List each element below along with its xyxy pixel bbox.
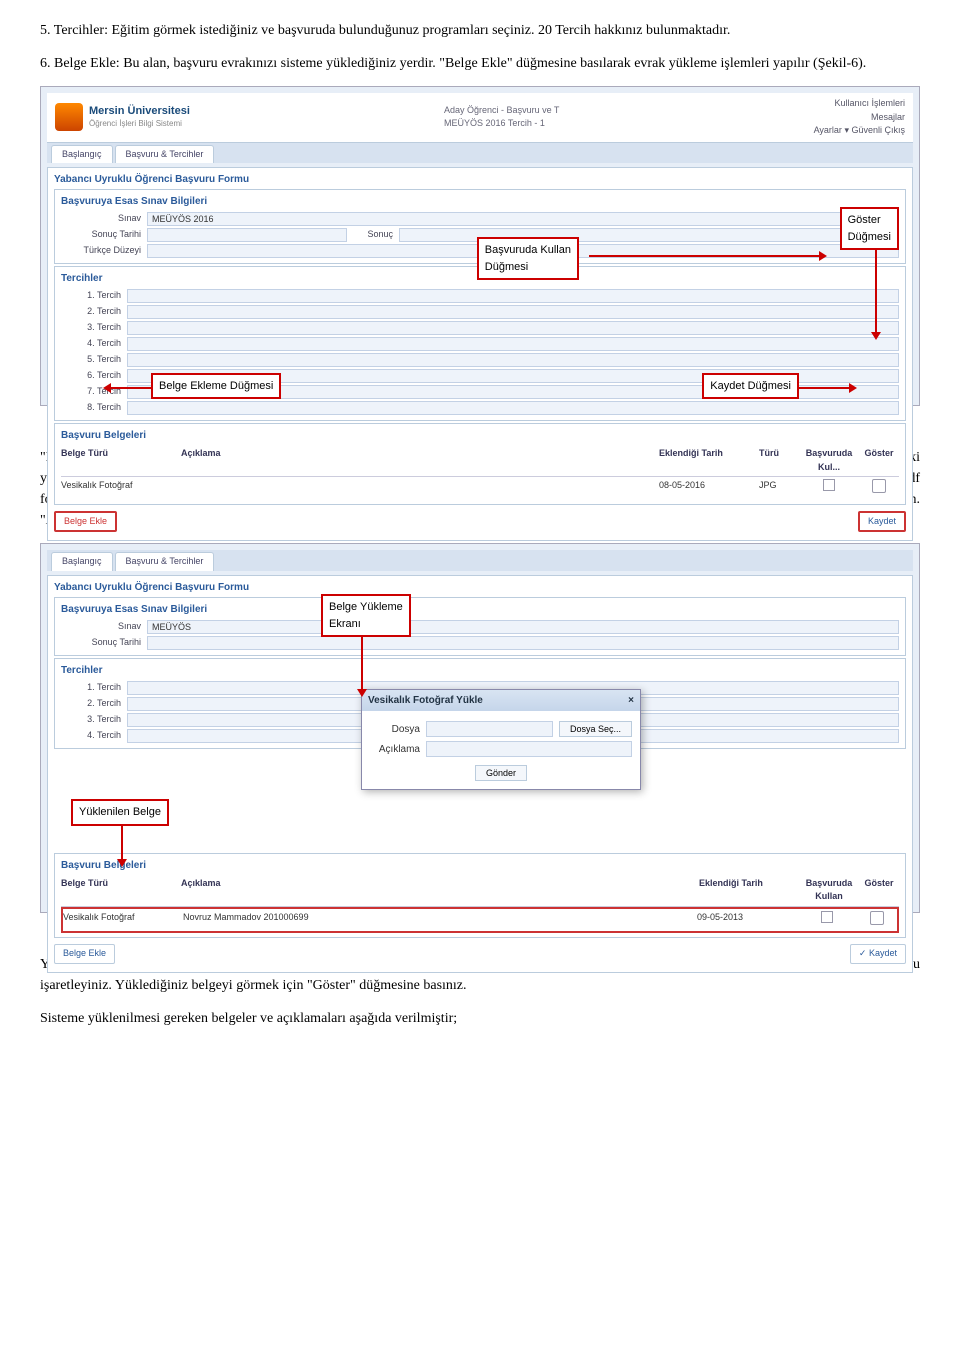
app-topbar: Mersin Üniversitesi Öğrenci İşleri Bilgi… bbox=[47, 93, 913, 143]
callout-uploaded-doc: Yüklenilen Belge bbox=[71, 799, 169, 826]
callout-upload-screen: Belge Yükleme Ekranı bbox=[321, 594, 411, 637]
system-title: Mersin Üniversitesi bbox=[89, 105, 190, 118]
arrow bbox=[875, 242, 877, 332]
intro-step6: 6. Belge Ekle: Bu alan, başvuru evrakını… bbox=[40, 53, 920, 74]
save-button[interactable]: Kaydet bbox=[858, 511, 906, 533]
callout-save: Kaydet Düğmesi bbox=[702, 373, 799, 400]
figure-6: Mersin Üniversitesi Öğrenci İşleri Bilgi… bbox=[40, 86, 920, 406]
panel-title-7: Yabancı Uyruklu Öğrenci Başvuru Formu bbox=[54, 580, 906, 595]
doc-date-7: 09-05-2013 bbox=[697, 911, 797, 930]
messages-link[interactable]: Mesajlar bbox=[871, 112, 905, 122]
tercih-field[interactable] bbox=[127, 289, 899, 303]
tab-application[interactable]: Başvuru & Tercihler bbox=[115, 552, 215, 571]
send-button[interactable]: Gönder bbox=[475, 765, 527, 781]
exam-panel-title: Başvuruya Esas Sınav Bilgileri bbox=[61, 194, 899, 209]
panel-title: Yabancı Uyruklu Öğrenci Başvuru Formu bbox=[54, 172, 906, 187]
result-date-label-7: Sonuç Tarihi bbox=[61, 636, 141, 650]
doc-table-header-7: Belge Türü Açıklama Eklendiği Tarih Başv… bbox=[61, 875, 899, 907]
button-bar: Belge Ekle Kaydet bbox=[54, 507, 906, 537]
header-center: Aday Öğrenci - Başvuru ve T MEÜYÖS 2016 … bbox=[444, 104, 559, 131]
add-document-button[interactable]: Belge Ekle bbox=[54, 511, 117, 533]
preferences-title-7: Tercihler bbox=[61, 663, 899, 678]
documents-title-7: Başvuru Belgeleri bbox=[61, 858, 899, 873]
main-tabs-7: Başlangıç Başvuru & Tercihler bbox=[47, 550, 913, 571]
callout-use-button: Başvuruda Kullan Düğmesi bbox=[477, 237, 579, 280]
callout-add-doc: Belge Ekleme Düğmesi bbox=[151, 373, 281, 400]
tab-start[interactable]: Başlangıç bbox=[51, 145, 113, 164]
required-docs-intro: Sisteme yüklenilmesi gereken belgeler ve… bbox=[40, 1008, 920, 1029]
doc-row: Vesikalık Fotoğraf 08-05-2016 JPG bbox=[61, 477, 899, 500]
arrow bbox=[361, 634, 363, 689]
save-button-7[interactable]: ✓ Kaydet bbox=[850, 944, 906, 964]
tercih-label: 1. Tercih bbox=[61, 289, 121, 303]
arrow bbox=[799, 387, 849, 389]
logo-icon bbox=[55, 103, 83, 131]
result-date-input[interactable] bbox=[147, 228, 347, 242]
description-label: Açıklama bbox=[370, 742, 420, 757]
result-date-label: Sonuç Tarihi bbox=[61, 228, 141, 242]
file-path-input[interactable] bbox=[426, 721, 553, 737]
tab-application[interactable]: Başvuru & Tercihler bbox=[115, 145, 215, 164]
exam-panel-7: Başvuruya Esas Sınav Bilgileri bbox=[61, 602, 899, 617]
callout-show-button: Göster Düğmesi bbox=[840, 207, 899, 250]
turkish-level-label: Türkçe Düzeyi bbox=[61, 244, 141, 258]
header-user-menu: Kullanıcı İşlemleri Mesajlar Ayarlar ▾ G… bbox=[814, 97, 905, 138]
settings-link[interactable]: Ayarlar bbox=[814, 125, 842, 135]
add-document-button-7[interactable]: Belge Ekle bbox=[54, 944, 115, 964]
exam-label: Sınav bbox=[61, 212, 141, 226]
application-form-panel: Yabancı Uyruklu Öğrenci Başvuru Formu Ba… bbox=[47, 167, 913, 541]
dialog-title: Vesikalık Fotoğraf Yükle × bbox=[362, 690, 640, 711]
arrow bbox=[111, 387, 151, 389]
main-tabs: Başlangıç Başvuru & Tercihler bbox=[47, 143, 913, 164]
doc-type: Vesikalık Fotoğraf bbox=[61, 479, 181, 498]
result-input[interactable] bbox=[399, 228, 899, 242]
doc-table-header: Belge Türü Açıklama Eklendiği Tarih Türü… bbox=[61, 445, 899, 477]
result-date-input-7[interactable] bbox=[147, 636, 899, 650]
app-logo: Mersin Üniversitesi Öğrenci İşleri Bilgi… bbox=[55, 103, 190, 131]
doc-row-7: Vesikalık Fotoğraf Novruz Mammadov 20100… bbox=[61, 907, 899, 934]
exam-value-7: MEÜYÖS bbox=[147, 620, 899, 634]
browse-button[interactable]: Dosya Seç... bbox=[559, 721, 632, 737]
description-input[interactable] bbox=[426, 741, 632, 757]
doc-date: 08-05-2016 bbox=[659, 479, 759, 498]
doc-format: JPG bbox=[759, 479, 799, 498]
tab-start[interactable]: Başlangıç bbox=[51, 552, 113, 571]
close-icon[interactable]: × bbox=[628, 693, 634, 708]
show-icon[interactable] bbox=[872, 479, 886, 493]
figure-7: Başlangıç Başvuru & Tercihler Yabancı Uy… bbox=[40, 543, 920, 913]
doc-type-7: Vesikalık Fotoğraf bbox=[63, 911, 183, 930]
upload-dialog: Vesikalık Fotoğraf Yükle × Dosya Dosya S… bbox=[361, 689, 641, 790]
intro-step5: 5. Tercihler: Eğitim görmek istediğiniz … bbox=[40, 20, 920, 41]
doc-desc-7: Novruz Mammadov 201000699 bbox=[183, 911, 697, 930]
documents-title: Başvuru Belgeleri bbox=[61, 428, 899, 443]
result-label: Sonuç bbox=[353, 228, 393, 242]
exam-value: MEÜYÖS 2016 bbox=[147, 212, 899, 226]
file-label: Dosya bbox=[370, 722, 420, 737]
use-checkbox-7[interactable] bbox=[821, 911, 833, 923]
show-icon-7[interactable] bbox=[870, 911, 884, 925]
arrow bbox=[589, 255, 819, 257]
system-subtitle: Öğrenci İşleri Bilgi Sistemi bbox=[89, 118, 190, 130]
doc-desc bbox=[181, 479, 659, 498]
use-in-application-checkbox[interactable] bbox=[823, 479, 835, 491]
exam-label-7: Sınav bbox=[61, 620, 141, 634]
logout-link[interactable]: Güvenli Çıkış bbox=[851, 125, 905, 135]
